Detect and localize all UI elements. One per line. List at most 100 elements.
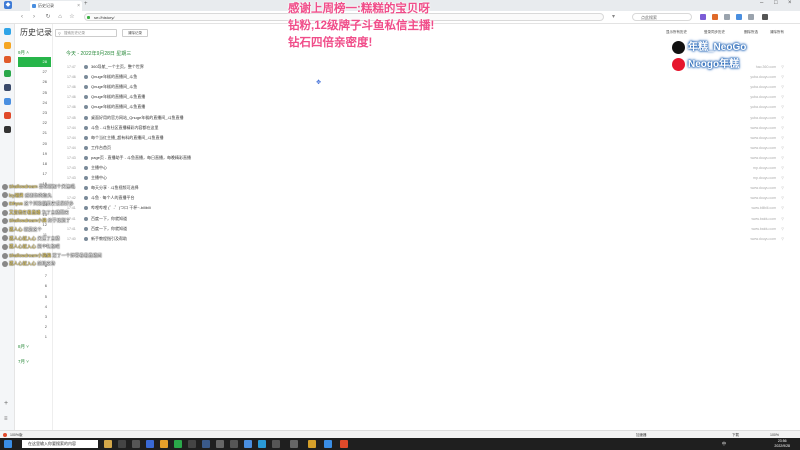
timeline-day[interactable]: 5 bbox=[18, 292, 51, 302]
history-title-link[interactable]: Qnuge年糕的直播间_斗鱼 bbox=[91, 72, 137, 82]
history-row[interactable]: 17:40 新手教程指引及帮助 www.douyu.com ⚲ bbox=[56, 234, 786, 244]
app-icon-2[interactable] bbox=[4, 42, 11, 49]
history-title-link[interactable]: Qnuge年糕的直播间_斗鱼直播 bbox=[91, 102, 145, 112]
minimize-icon[interactable]: – bbox=[760, 0, 763, 6]
history-title-link[interactable]: 百度一下，你就知道 bbox=[91, 214, 127, 224]
taskbar-app-icon-10[interactable] bbox=[244, 440, 252, 448]
history-row[interactable]: 17:44 斗鱼 - 斗鱼社区直播精彩内容都在这里 www.douyu.com ⚲ bbox=[56, 123, 786, 133]
delete-entry-icon[interactable]: ⚲ bbox=[781, 163, 784, 173]
history-title-link[interactable]: 主播中心 bbox=[91, 163, 107, 173]
taskbar-app-icon-2[interactable] bbox=[118, 440, 126, 448]
delete-entry-icon[interactable]: ⚲ bbox=[781, 82, 784, 92]
show-all-history-option[interactable]: 显示所有历史 bbox=[666, 30, 687, 35]
delete-entry-icon[interactable]: ⚲ bbox=[781, 143, 784, 153]
history-title-link[interactable]: Qnuge年糕的直播间_斗鱼直播 bbox=[91, 92, 145, 102]
history-title-link[interactable]: 斗鱼 - 斗鱼社区直播精彩内容都在这里 bbox=[91, 123, 159, 133]
month-current[interactable]: 9月 ˄ bbox=[18, 50, 48, 56]
timeline-day[interactable]: 20 bbox=[18, 139, 51, 149]
delete-entry-icon[interactable]: ⚲ bbox=[781, 183, 784, 193]
delete-selected-button[interactable]: 删除所选 bbox=[744, 30, 758, 35]
taskbar-app-icon-4[interactable] bbox=[146, 440, 154, 448]
timeline-day[interactable]: 6 bbox=[18, 281, 51, 291]
delete-entry-icon[interactable]: ⚲ bbox=[781, 102, 784, 112]
history-title-link[interactable]: Qnuge年糕的直播间_斗鱼 bbox=[91, 82, 137, 92]
close-tab-icon[interactable]: × bbox=[77, 1, 80, 11]
close-window-icon[interactable]: × bbox=[788, 0, 792, 6]
delete-entry-icon[interactable]: ⚲ bbox=[781, 214, 784, 224]
browser-logo-icon[interactable]: ◆ bbox=[4, 1, 12, 9]
taskbar-browser-icon[interactable] bbox=[174, 440, 182, 448]
timeline-day[interactable]: 21 bbox=[18, 128, 51, 138]
taskbar-app-icon-5[interactable] bbox=[160, 440, 168, 448]
history-title-link[interactable]: 工作台首页 bbox=[91, 143, 111, 153]
history-row[interactable]: 17:46 Qnuge年糕的直播间_斗鱼直播 yuba.douyu.com ⚲ bbox=[56, 102, 786, 112]
clear-all-button[interactable]: 清除所有 bbox=[770, 30, 784, 35]
add-app-icon[interactable]: + bbox=[4, 400, 8, 407]
app-icon-3[interactable] bbox=[4, 56, 11, 63]
history-title-link[interactable]: 新手教程指引及帮助 bbox=[91, 234, 127, 244]
star-icon[interactable]: ☆ bbox=[68, 13, 76, 21]
taskbar-app-icon-8[interactable] bbox=[216, 440, 224, 448]
history-row[interactable]: 17:42 每天分享 · 斗鱼视频可选择 www.douyu.com ⚲ bbox=[56, 183, 786, 193]
taskbar-app-icon-13[interactable] bbox=[290, 440, 298, 448]
timeline-day[interactable]: 18 bbox=[18, 159, 51, 169]
extension-icon[interactable] bbox=[700, 14, 706, 20]
user-avatar-icon[interactable] bbox=[762, 14, 768, 20]
download-icon[interactable] bbox=[736, 14, 742, 20]
app-icon-1[interactable] bbox=[4, 28, 11, 35]
history-title-link[interactable]: 每天分享 · 斗鱼视频可选择 bbox=[91, 183, 139, 193]
timeline-day[interactable]: 2 bbox=[18, 322, 51, 332]
month-jul[interactable]: 7月 ˅ bbox=[18, 359, 48, 365]
taskbar-app-icon-7[interactable] bbox=[202, 440, 210, 448]
timeline-day[interactable]: 19 bbox=[18, 149, 51, 159]
taskbar-app-icon-14[interactable] bbox=[308, 440, 316, 448]
tab-history[interactable]: 历史记录 × bbox=[30, 1, 82, 11]
delete-entry-icon[interactable]: ⚲ bbox=[781, 123, 784, 133]
forward-icon[interactable]: › bbox=[30, 13, 38, 21]
clear-history-button[interactable]: 清除记录 bbox=[122, 29, 148, 37]
history-row[interactable]: 17:45 桌面好用的官方网站_Qnuge年糕的直播间_斗鱼直播 yuba.douy… bbox=[56, 113, 786, 123]
system-clock[interactable]: 23:56 2022/9/28 bbox=[774, 439, 790, 449]
history-row[interactable]: 17:44 工作台首页 www.douyu.com ⚲ bbox=[56, 143, 786, 153]
search-input[interactable]: 点此搜索 bbox=[632, 13, 692, 21]
more-apps-icon[interactable]: ≡ bbox=[4, 416, 8, 422]
timeline-day[interactable]: 22 bbox=[18, 118, 51, 128]
delete-entry-icon[interactable]: ⚲ bbox=[781, 234, 784, 244]
app-icon-7[interactable] bbox=[4, 112, 11, 119]
delete-entry-icon[interactable]: ⚲ bbox=[781, 92, 784, 102]
delete-entry-icon[interactable]: ⚲ bbox=[781, 203, 784, 213]
history-title-link[interactable]: 哔哩哔哩 (゜-゜)つロ 干杯~-bilibili bbox=[91, 203, 151, 213]
timeline-day[interactable]: 25 bbox=[18, 88, 51, 98]
timeline-day[interactable]: 4 bbox=[18, 302, 51, 312]
timeline-day[interactable]: 28 bbox=[18, 57, 51, 67]
month-aug[interactable]: 8月 ˅ bbox=[18, 344, 48, 350]
history-row[interactable]: 17:43 page页 - 直播助手 - 斗鱼直播，每日直播，每晚精彩直播 www.… bbox=[56, 153, 786, 163]
history-row[interactable]: 17:42 斗鱼 · 每个人的直播平台 www.douyu.com ⚲ bbox=[56, 193, 786, 203]
delete-entry-icon[interactable]: ⚲ bbox=[781, 113, 784, 123]
refresh-icon[interactable]: ↻ bbox=[44, 13, 52, 21]
delete-entry-icon[interactable]: ⚲ bbox=[781, 173, 784, 183]
back-icon[interactable]: ‹ bbox=[18, 13, 26, 21]
history-row[interactable]: 17:46 Qnuge年糕的直播间_斗鱼直播 yuba.douyu.com ⚲ bbox=[56, 92, 786, 102]
taskbar-app-icon-9[interactable] bbox=[230, 440, 238, 448]
home-icon[interactable]: ⌂ bbox=[56, 13, 64, 21]
taskbar-app-icon-12[interactable] bbox=[272, 440, 280, 448]
history-row[interactable]: 17:46 Qnuge年糕的直播间_斗鱼 yuba.douyu.com ⚲ bbox=[56, 72, 786, 82]
game-icon[interactable] bbox=[712, 14, 718, 20]
app-icon-6[interactable] bbox=[4, 98, 11, 105]
menu-icon[interactable] bbox=[724, 14, 730, 20]
delete-entry-icon[interactable]: ⚲ bbox=[781, 72, 784, 82]
dropdown-icon[interactable]: ▾ bbox=[612, 13, 615, 20]
timeline-day[interactable]: 17 bbox=[18, 169, 51, 179]
history-row[interactable]: 17:41 哔哩哔哩 (゜-゜)つロ 干杯~-bilibili www.bilibi… bbox=[56, 203, 786, 213]
timeline-day[interactable]: 24 bbox=[18, 98, 51, 108]
app-icon-4[interactable] bbox=[4, 70, 11, 77]
taskbar-app-icon-1[interactable] bbox=[104, 440, 112, 448]
taskbar-app-icon-15[interactable] bbox=[324, 440, 332, 448]
login-sync-option[interactable]: 登录同步历史 bbox=[704, 30, 725, 35]
app-icon-5[interactable] bbox=[4, 84, 11, 91]
history-title-link[interactable]: 360导航_一个主页，整个世界 bbox=[91, 62, 144, 72]
start-icon[interactable] bbox=[4, 440, 12, 448]
history-row[interactable]: 17:46 Qnuge年糕的直播间_斗鱼 yuba.douyu.com ⚲ bbox=[56, 82, 786, 92]
history-row[interactable]: 17:41 百度一下，你就知道 www.baidu.com ⚲ bbox=[56, 224, 786, 234]
